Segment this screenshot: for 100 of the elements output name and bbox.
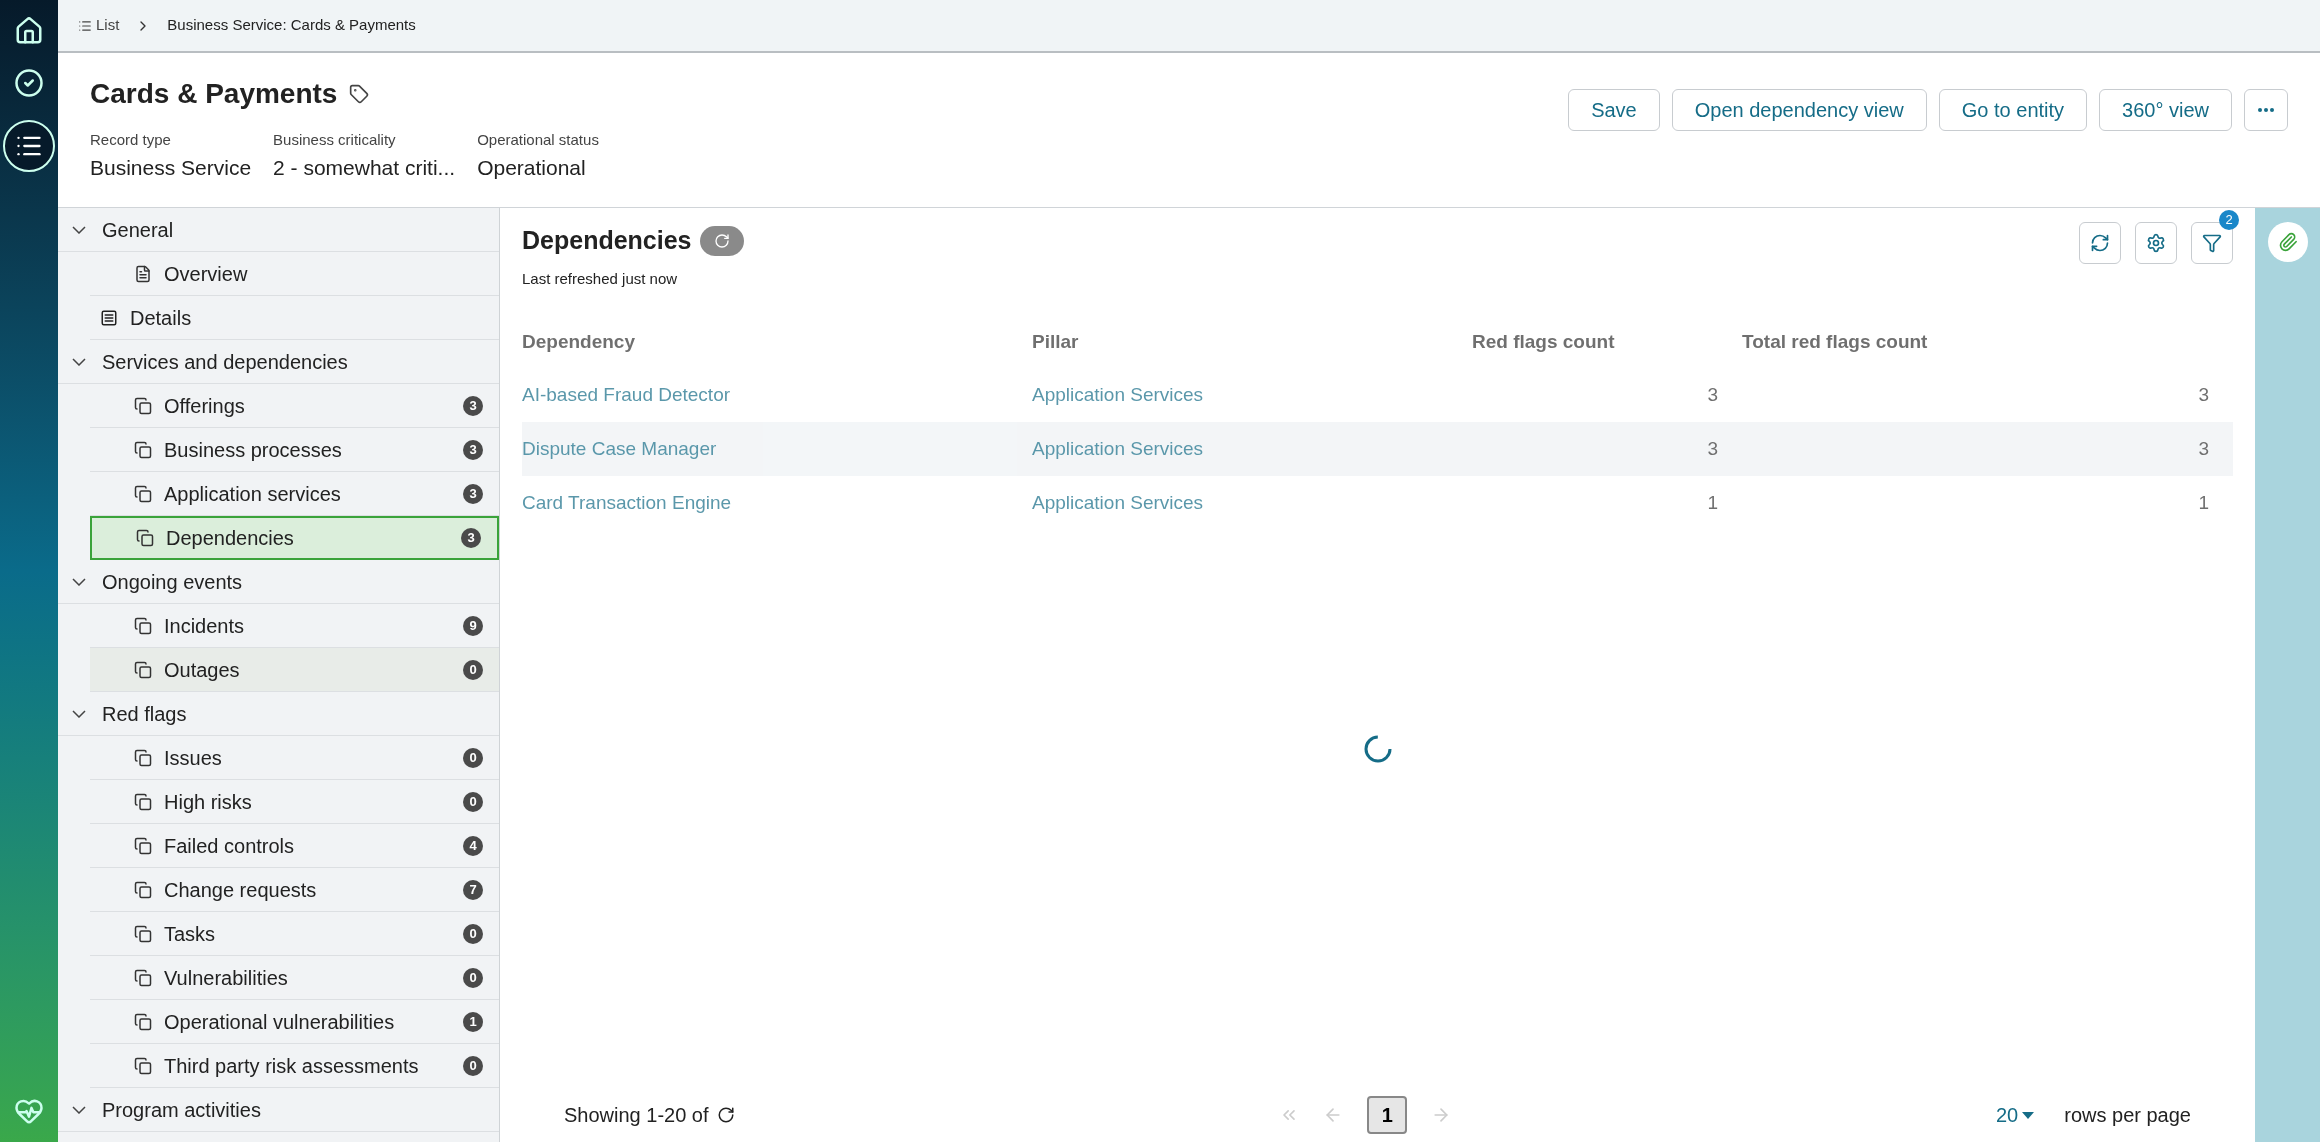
list-icon xyxy=(78,18,92,33)
column-header: Red flags count xyxy=(1472,329,1616,354)
document-icon xyxy=(134,836,152,855)
loading-icon xyxy=(716,1106,735,1124)
document-icon xyxy=(134,880,152,899)
settings-icon xyxy=(2146,233,2166,253)
filter-count-badge: 2 xyxy=(2219,210,2239,230)
count-badge: 0 xyxy=(463,967,483,988)
count-badge: 3 xyxy=(463,439,483,460)
sidebar-item-label: Third party risk assessments xyxy=(164,1053,420,1079)
sidebar-item-label: Offerings xyxy=(164,393,246,419)
count-badge: 0 xyxy=(463,923,483,944)
breadcrumb-current: Business Service: Cards & Payments xyxy=(167,15,416,36)
count-badge: 3 xyxy=(463,395,483,416)
sidebar-item-label: Change requests xyxy=(164,877,318,903)
rows-per-page-label: rows per page xyxy=(2064,1103,2191,1128)
sidebar-item-label: Application services xyxy=(164,481,342,507)
list-nav-button[interactable] xyxy=(3,120,55,172)
count-badge: 0 xyxy=(463,747,483,768)
count-badge: 0 xyxy=(463,1055,483,1076)
more-icon xyxy=(2258,108,2274,112)
loading-spinner xyxy=(1362,734,1393,764)
list-icon xyxy=(100,308,118,327)
column-header: Total red flags count xyxy=(1742,329,1929,354)
page-button[interactable]: 1 xyxy=(1367,1096,1408,1134)
sidebar-group-label: Program activities xyxy=(102,1097,261,1123)
list-link[interactable]: List xyxy=(78,14,120,37)
count-badge: 3 xyxy=(461,528,481,548)
count-badge: 7 xyxy=(463,879,483,900)
table-cell-text: 1 xyxy=(2197,490,2210,515)
sidebar-item-label: Incidents xyxy=(164,613,246,639)
count-badge: 4 xyxy=(463,835,483,856)
sidebar-item[interactable]: Outages 0 xyxy=(90,648,499,692)
table-cell-text: Application Services xyxy=(1032,382,1205,407)
sidebar-item-label: Business processes xyxy=(164,437,343,463)
home-icon[interactable] xyxy=(14,16,44,46)
table-cell-text: 3 xyxy=(1706,436,1719,461)
sidebar-group-label: General xyxy=(102,217,174,243)
check-circle-icon[interactable] xyxy=(14,68,44,98)
column-header: Pillar xyxy=(1032,329,1080,354)
action-button[interactable]: Go to entity xyxy=(1938,89,2088,131)
caret-down-icon xyxy=(2022,1111,2035,1119)
sidebar-group-label: Services and dependencies xyxy=(102,349,348,375)
document-icon xyxy=(134,616,152,635)
table-cell-text: Application Services xyxy=(1032,490,1205,515)
document-icon xyxy=(134,792,152,811)
column-header: Dependency xyxy=(522,329,636,354)
field-label: Record type xyxy=(90,130,172,150)
document-icon xyxy=(136,529,154,547)
table-cell-text: 1 xyxy=(1706,490,1719,515)
document-icon xyxy=(134,396,152,415)
sidebar-item-label: Overview xyxy=(164,261,249,287)
record-title: Cards & Payments xyxy=(90,77,338,111)
table-cell-text: 3 xyxy=(1706,382,1719,407)
list-link-label: List xyxy=(96,15,120,36)
sidebar-item-label: Vulnerabilities xyxy=(164,965,289,991)
tag-icon[interactable] xyxy=(349,84,370,104)
refresh-button[interactable] xyxy=(2079,222,2121,264)
chevron-down-icon xyxy=(72,357,86,366)
count-badge: 0 xyxy=(463,659,483,680)
field-label: Business criticality xyxy=(273,130,397,150)
count-badge: 9 xyxy=(463,615,483,636)
showing-text: Showing 1-20 of xyxy=(564,1103,709,1128)
page-size-dropdown[interactable]: 20 xyxy=(1996,1100,2035,1130)
sidebar-item-label: Tasks xyxy=(164,921,217,947)
sidebar-item-label: Failed controls xyxy=(164,833,296,859)
field-label: Operational status xyxy=(477,130,599,150)
sidebar-item-label: Operational vulnerabilities xyxy=(164,1009,396,1035)
sidebar-item-label: Issues xyxy=(164,745,223,771)
document-icon xyxy=(134,1012,152,1031)
table-cell-text: Application Services xyxy=(1032,436,1205,461)
sidebar-group-label: Ongoing events xyxy=(102,569,243,595)
attachment-button[interactable] xyxy=(2267,222,2308,262)
sidebar-item-label: Details xyxy=(130,305,193,331)
document-icon xyxy=(134,968,152,987)
count-badge: 3 xyxy=(463,483,483,504)
count-badge: 1 xyxy=(463,1011,483,1032)
settings-button[interactable] xyxy=(2135,222,2177,264)
action-button[interactable]: Save xyxy=(1568,89,1660,131)
action-button[interactable]: 360° view xyxy=(2099,89,2232,131)
field-value: Operational xyxy=(477,154,587,181)
refresh-icon xyxy=(2090,233,2110,253)
action-button[interactable]: Open dependency view xyxy=(1671,89,1927,131)
chevron-down-icon xyxy=(72,225,86,234)
document-icon xyxy=(134,924,152,943)
table-cell-text: 3 xyxy=(2197,382,2210,407)
document-icon xyxy=(134,1056,152,1075)
document-icon xyxy=(134,264,152,283)
sidebar-item-label: Outages xyxy=(164,657,241,683)
field-value: 2 - somewhat criti... xyxy=(273,154,456,181)
sidebar-group-label: Red flags xyxy=(102,701,187,727)
sidebar-item-label: High risks xyxy=(164,789,253,815)
chevron-down-icon xyxy=(72,1105,86,1114)
chevron-down-icon xyxy=(72,577,86,586)
filter-icon xyxy=(2202,233,2222,253)
sidebar-item-label: Dependencies xyxy=(166,526,295,551)
document-icon xyxy=(134,660,152,679)
table-cell-text: 3 xyxy=(2197,436,2210,461)
panel-subtitle: Last refreshed just now xyxy=(522,268,679,289)
sidebar-item[interactable]: Dependencies 3 xyxy=(90,516,499,560)
